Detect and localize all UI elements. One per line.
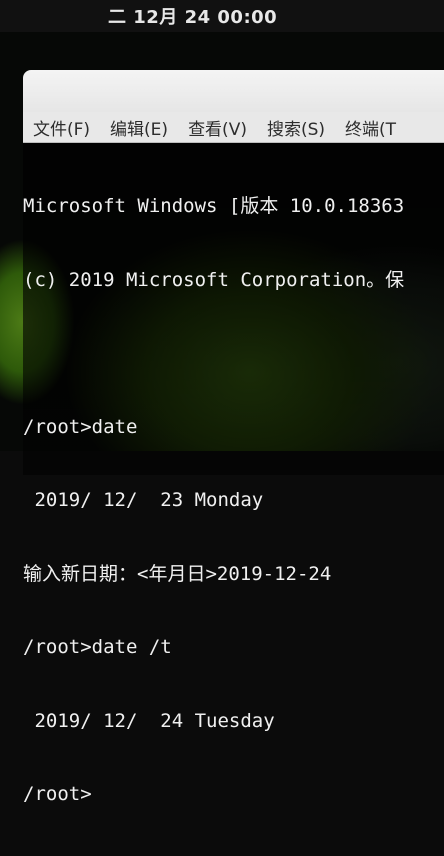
menu-edit[interactable]: 编辑(E) bbox=[110, 115, 168, 140]
menu-search[interactable]: 搜索(S) bbox=[267, 115, 325, 140]
menu-file[interactable]: 文件(F) bbox=[33, 115, 90, 140]
terminal-window[interactable]: 文件(F) 编辑(E) 查看(V) 搜索(S) 终端(T Microsoft W… bbox=[23, 70, 444, 805]
menu-view[interactable]: 查看(V) bbox=[188, 115, 247, 140]
top-panel: 二 12月 24 00:00 bbox=[0, 0, 444, 32]
terminal-output[interactable]: Microsoft Windows [版本 10.0.18363 (c) 201… bbox=[23, 143, 444, 805]
terminal-line: (c) 2019 Microsoft Corporation。保 bbox=[23, 268, 405, 291]
window-titlebar[interactable] bbox=[23, 70, 444, 112]
terminal-prompt-line: /root> bbox=[23, 783, 92, 805]
menu-bar: 文件(F) 编辑(E) 查看(V) 搜索(S) 终端(T bbox=[23, 112, 444, 143]
terminal-line: 输入新日期：<年月日>2019-12-24 bbox=[23, 562, 332, 585]
terminal-line: 2019/ 12/ 23 Monday bbox=[23, 489, 264, 511]
clock[interactable]: 二 12月 24 00:00 bbox=[108, 3, 277, 29]
menu-terminal[interactable]: 终端(T bbox=[345, 115, 396, 140]
terminal-line: Microsoft Windows [版本 10.0.18363 bbox=[23, 195, 405, 217]
terminal-line: /root>date /t bbox=[23, 636, 172, 658]
terminal-line: /root>date bbox=[23, 415, 138, 438]
terminal-line: 2019/ 12/ 24 Tuesday bbox=[23, 709, 275, 732]
